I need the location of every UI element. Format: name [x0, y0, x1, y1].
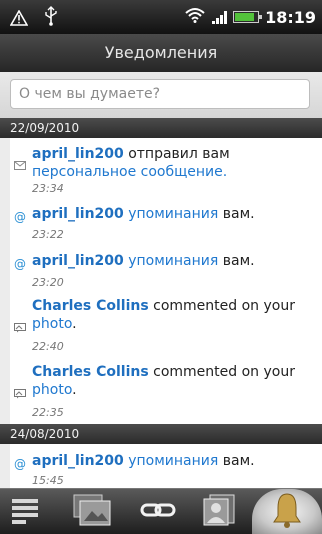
at-icon: @: [14, 457, 26, 471]
at-icon: @: [14, 257, 26, 271]
notification-text: april_lin200 упоминания вам.: [32, 252, 314, 270]
notification-text: april_lin200 упоминания вам.: [32, 205, 314, 223]
mention-link[interactable]: упоминания: [128, 206, 218, 222]
status-bar: 18:19: [0, 0, 322, 34]
notification-row[interactable]: @ april_lin200 упоминания вам. 23:20: [10, 245, 320, 293]
notification-punct: .: [72, 316, 77, 332]
wifi-icon: [184, 7, 206, 27]
photo-comment-icon: [10, 389, 30, 402]
status-input-area: О чем вы думаете?: [0, 72, 322, 118]
news-feed-tab-icon: [10, 495, 40, 529]
battery-level-fill: [235, 13, 254, 21]
notification-row[interactable]: Charles Collins commented on your photo.…: [10, 358, 320, 425]
status-right-icons: 18:19: [184, 6, 316, 28]
notification-row[interactable]: Charles Collins commented on your photo.…: [10, 292, 320, 359]
user-link[interactable]: Charles Collins: [32, 298, 149, 314]
notification-time: 23:34: [32, 182, 64, 195]
notification-text: Charles Collins commented on your photo.: [32, 363, 314, 399]
envelope-icon: [10, 160, 30, 173]
notification-body: commented on your: [148, 298, 295, 314]
photo-link[interactable]: photo: [32, 316, 72, 332]
photos-tab[interactable]: [62, 489, 122, 534]
contacts-tab[interactable]: [194, 489, 246, 534]
notification-time: 15:45: [32, 474, 64, 487]
notification-body: вам.: [218, 453, 255, 469]
notification-body: вам.: [218, 253, 255, 269]
user-link[interactable]: april_lin200: [32, 453, 124, 469]
mention-link[interactable]: упоминания: [128, 253, 218, 269]
user-link[interactable]: april_lin200: [32, 253, 124, 269]
notification-row[interactable]: april_lin200 отправил вам персональное с…: [10, 138, 320, 199]
notification-row[interactable]: @ april_lin200 упоминания вам. 15:45: [10, 444, 320, 488]
notification-body: вам.: [218, 206, 255, 222]
contacts-tab-icon: [202, 493, 238, 531]
page-title: Уведомления: [0, 34, 322, 73]
notifications-list: april_lin200 отправил вам персональное с…: [10, 138, 320, 465]
warning-icon: [9, 9, 34, 31]
notification-body: отправил вам: [123, 146, 230, 162]
message-link[interactable]: персональное сообщение.: [32, 164, 227, 180]
notification-text: april_lin200 упоминания вам.: [32, 452, 314, 470]
notification-time: 22:35: [32, 406, 64, 419]
photo-comment-icon: [10, 323, 30, 336]
bottom-tab-bar: [0, 488, 322, 534]
notification-text: april_lin200 отправил вам персональное с…: [32, 145, 314, 181]
user-link[interactable]: april_lin200: [32, 206, 124, 222]
notification-body: commented on your: [148, 364, 295, 380]
notification-time: 22:40: [32, 340, 64, 353]
links-tab-icon: [140, 500, 176, 524]
notification-time: 23:22: [32, 228, 64, 241]
signal-icon: [212, 10, 228, 24]
photo-link[interactable]: photo: [32, 382, 72, 398]
at-icon: @: [14, 210, 26, 224]
links-tab[interactable]: [128, 489, 188, 534]
notifications-list: @ april_lin200 упоминания вам. 15:45: [10, 444, 320, 489]
news-feed-tab[interactable]: [0, 489, 50, 534]
status-time: 18:19: [265, 7, 316, 27]
notifications-tab[interactable]: [252, 489, 322, 534]
notification-row[interactable]: @ april_lin200 упоминания вам. 23:22: [10, 198, 320, 246]
section-header-date: 24/08/2010: [0, 424, 322, 444]
battery-icon: [233, 11, 263, 23]
photos-tab-icon: [72, 493, 112, 531]
usb-icon: [44, 6, 58, 31]
section-header-date: 22/09/2010: [0, 118, 322, 138]
status-update-input[interactable]: О чем вы думаете?: [10, 79, 310, 109]
notifications-bell-tab-icon: [267, 490, 307, 534]
user-link[interactable]: Charles Collins: [32, 364, 149, 380]
notification-text: Charles Collins commented on your photo.: [32, 297, 314, 333]
status-left-icons: [9, 6, 68, 32]
notification-punct: .: [72, 382, 77, 398]
user-link[interactable]: april_lin200: [32, 146, 124, 162]
mention-link[interactable]: упоминания: [128, 453, 218, 469]
notification-time: 23:20: [32, 276, 64, 289]
